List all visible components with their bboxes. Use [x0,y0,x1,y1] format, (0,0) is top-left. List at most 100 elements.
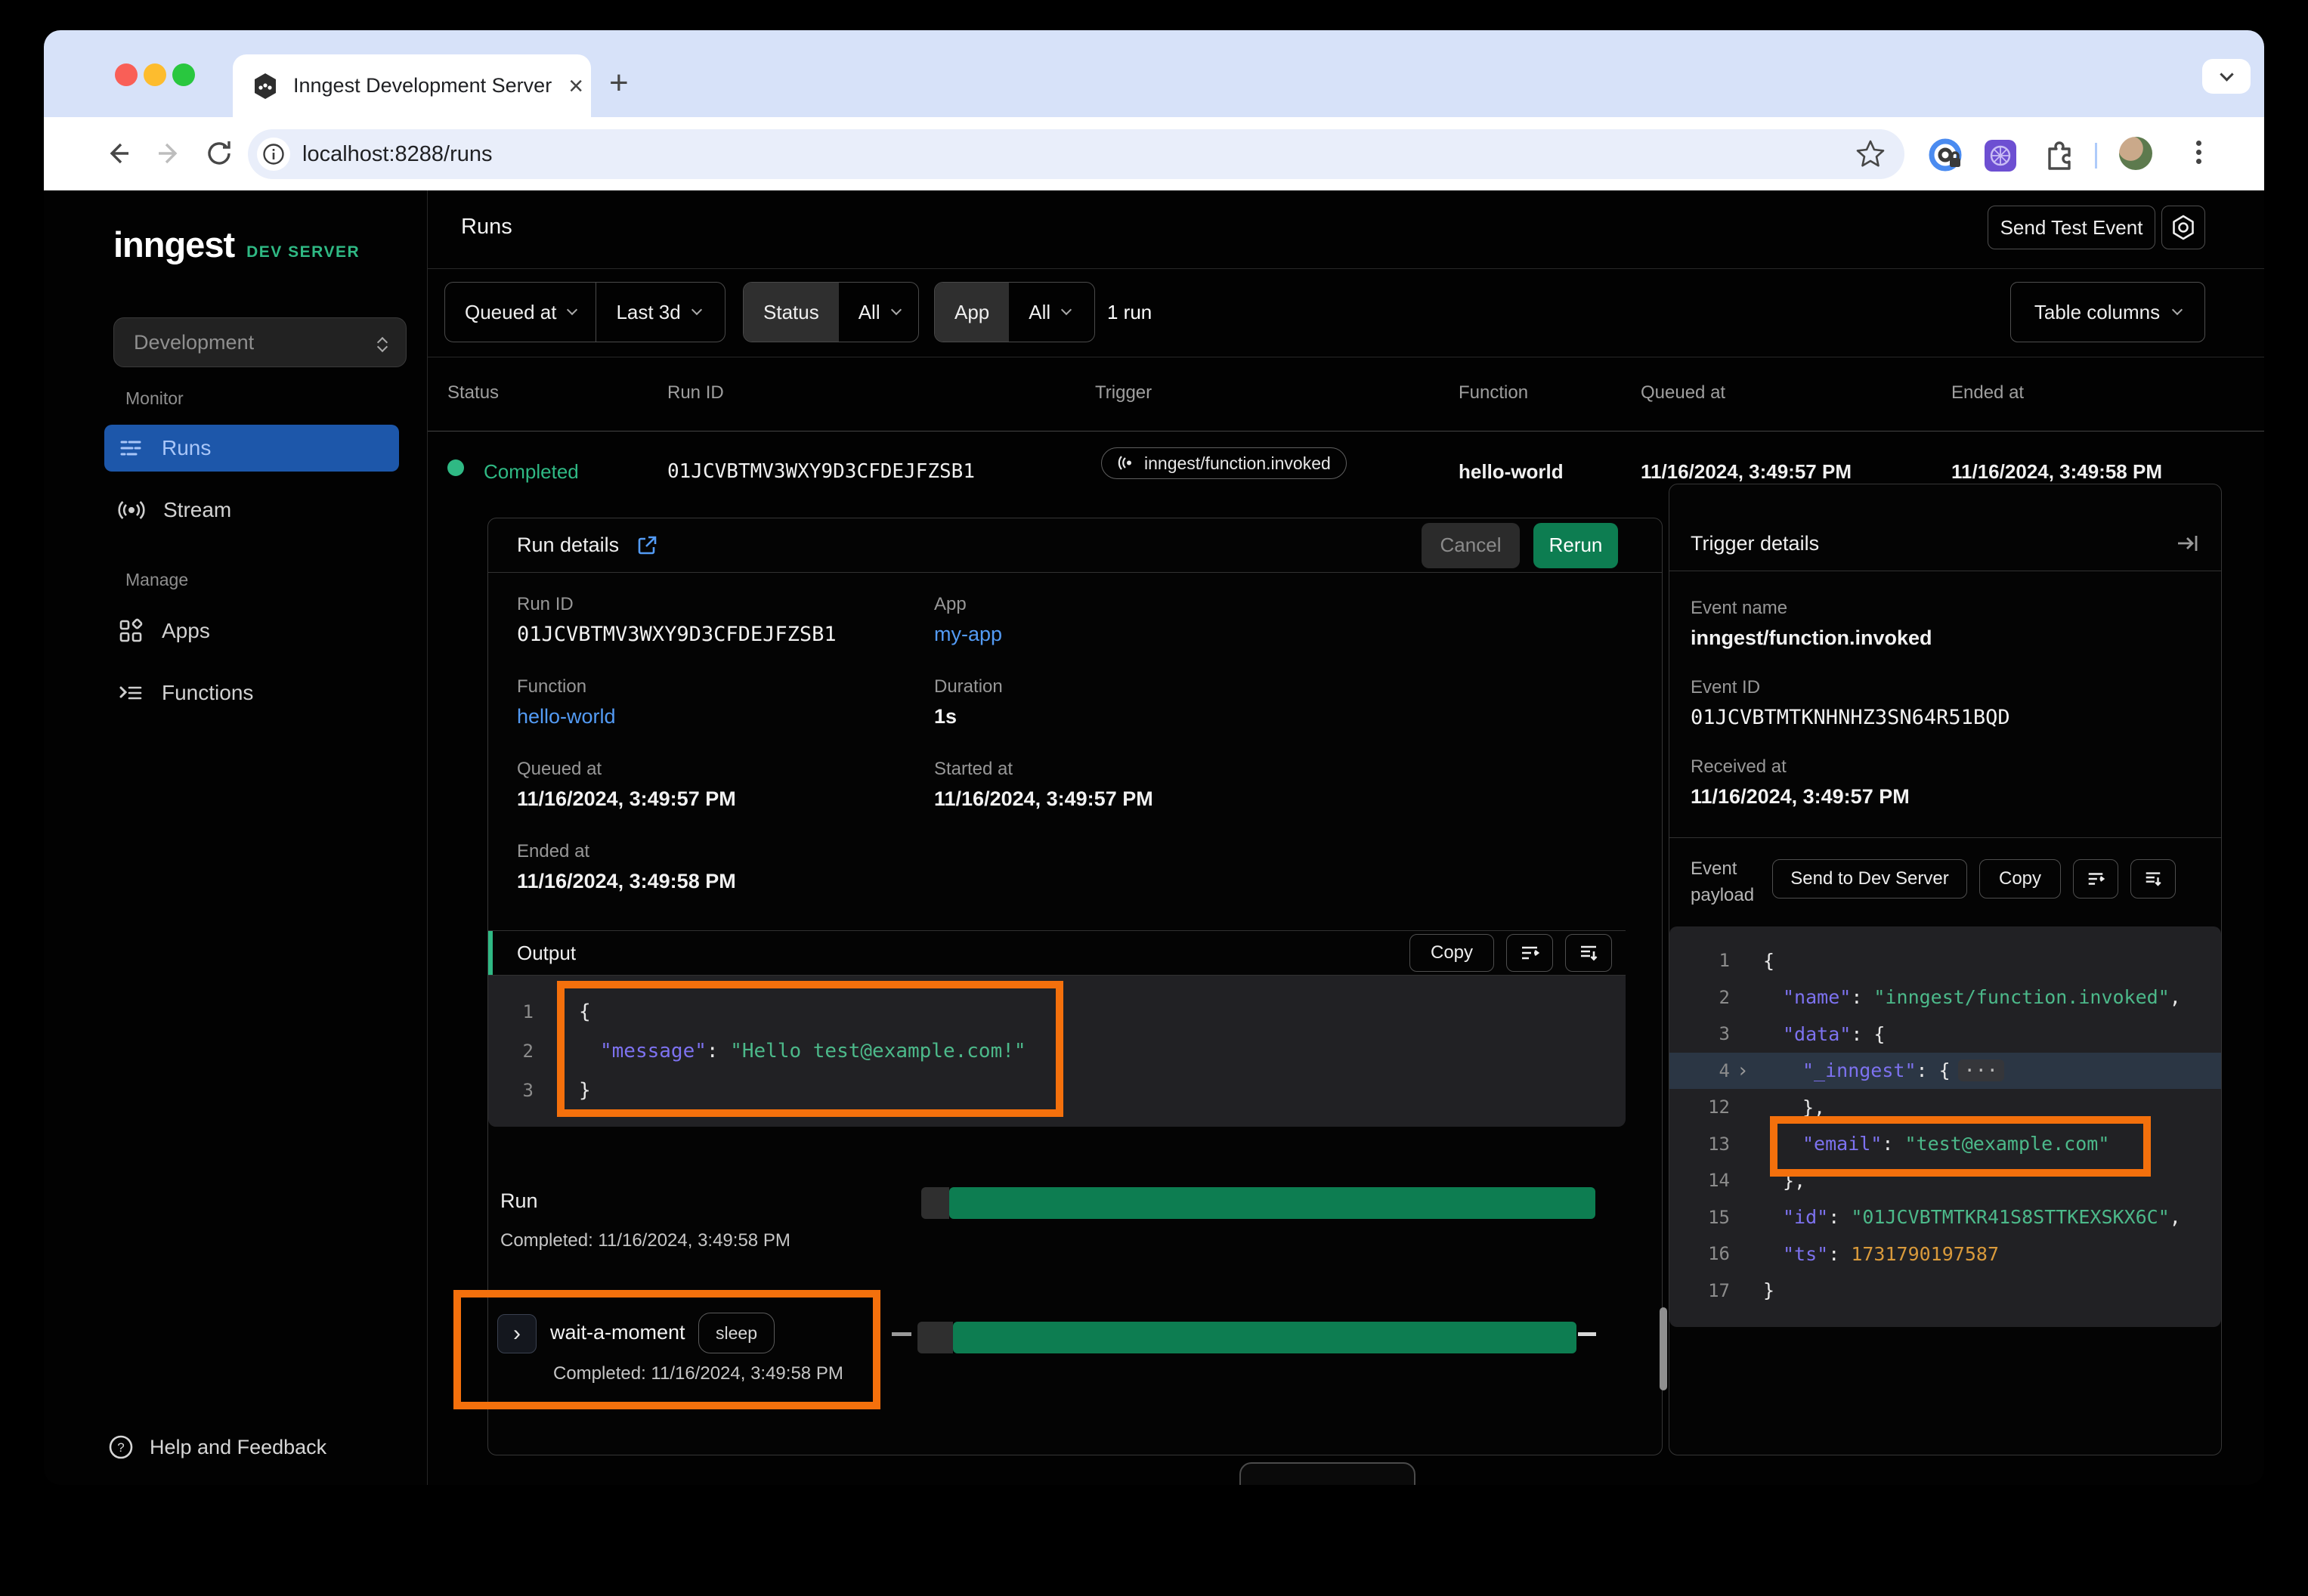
field: Duration1s [934,676,1153,728]
sidebar-item-functions[interactable]: Functions [104,670,399,716]
reload-icon[interactable] [201,135,237,172]
apps-icon [118,618,144,644]
run-details-header: Run details Cancel Rerun [488,518,1662,573]
forward-icon[interactable] [151,135,187,172]
sidebar-item-label: Functions [162,681,253,705]
line-number: 1 [1669,950,1730,971]
row-function: hello-world [1459,460,1564,484]
code-line: 2"name": "inngest/function.invoked", [1669,979,2221,1016]
sidebar-item-apps[interactable]: Apps [104,608,399,654]
external-link-icon[interactable] [636,534,658,557]
minimize-window-button[interactable] [144,63,166,86]
trigger-fields: Event nameinngest/function.invoked Event … [1691,598,2010,809]
expand-rows-icon[interactable] [2130,859,2176,899]
payload-copy-button[interactable]: Copy [1979,859,2061,899]
field-label: Started at [934,759,1153,780]
time-field-dropdown[interactable]: Queued at [445,283,596,342]
back-icon[interactable] [100,135,136,172]
scrollbar-thumb[interactable] [1660,1307,1667,1390]
field-label: Event ID [1691,677,2010,698]
tab-search-button[interactable] [2202,59,2251,94]
toolbar-divider [2095,143,2097,169]
status-filter-dropdown[interactable]: All [839,283,919,342]
output-copy-button[interactable]: Copy [1409,934,1494,972]
rerun-button[interactable]: Rerun [1533,523,1618,568]
send-to-dev-server-button[interactable]: Send to Dev Server [1772,859,1967,899]
browser-tab[interactable]: Inngest Development Server × [233,54,591,117]
expand-rows-icon[interactable] [1565,934,1612,972]
partial-button[interactable] [1239,1462,1415,1485]
environment-select[interactable]: Development [113,317,407,367]
line-number: 1 [488,1001,534,1022]
puzzle-icon[interactable] [2042,138,2077,173]
line-number: 3 [1669,1023,1730,1044]
field: Event nameinngest/function.invoked [1691,598,2010,650]
gear-icon[interactable] [2161,206,2205,249]
code-line: 12}, [1669,1089,2221,1126]
sidebar-item-stream[interactable]: Stream [104,487,399,534]
table-columns-label: Table columns [2034,301,2160,324]
trigger-details-header: Trigger details [1669,484,2221,571]
chevron-right-icon[interactable]: › [1730,1059,1756,1082]
app-filter-dropdown[interactable]: All [1009,283,1090,342]
time-range-value: Last 3d [616,301,680,324]
wrap-text-icon[interactable] [1506,934,1553,972]
field-value[interactable]: my-app [934,623,1153,646]
status-filter-label: Status [744,283,839,342]
kebab-menu-icon[interactable] [2196,137,2201,168]
sidebar-item-label: Apps [162,619,210,643]
code-line: 16"ts": 1731790197587 [1669,1236,2221,1273]
address-bar[interactable]: localhost:8288/runs [248,129,1904,179]
step-queue-segment [917,1322,953,1353]
field: Run ID01JCVBTMV3WXY9D3CFDEJFZSB1 [517,594,934,646]
page-title: Runs [461,215,512,240]
collapse-right-icon[interactable] [2176,531,2200,555]
run-completed-at: Completed: 11/16/2024, 3:49:58 PM [500,1230,790,1251]
onepassword-icon[interactable] [1929,138,1963,173]
wrap-text-icon[interactable] [2073,859,2118,899]
field-label: App [934,594,1153,615]
field-value[interactable]: hello-world [517,705,934,728]
help-and-feedback[interactable]: ? Help and Feedback [107,1434,326,1461]
step-duration-bar[interactable] [953,1322,1576,1353]
code-line: 3} [488,1071,1626,1110]
code-line[interactable]: 4›"_inngest": {··· [1669,1053,2221,1090]
send-test-event-button[interactable]: Send Test Event [1988,206,2155,249]
new-tab-button[interactable]: + [609,66,629,100]
star-icon[interactable] [1855,138,1886,170]
run-queue-segment [921,1187,949,1219]
output-header: Output Copy [488,930,1626,976]
sidebar-item-runs[interactable]: Runs [104,425,399,472]
tab-close-icon[interactable]: × [565,73,586,99]
sidebar-item-label: Runs [162,436,211,460]
time-filter-group: Queued at Last 3d [444,282,726,342]
row-run-id: 01JCVBTMV3WXY9D3CFDEJFZSB1 [667,460,975,483]
step-expand-chevron[interactable]: › [497,1314,537,1353]
functions-icon [118,680,144,706]
col-header-trigger: Trigger [1095,382,1152,404]
profile-avatar[interactable] [2119,137,2152,170]
help-icon: ? [107,1434,135,1461]
field: Received at11/16/2024, 3:49:57 PM [1691,756,2010,809]
help-label: Help and Feedback [150,1436,326,1459]
table-columns-button[interactable]: Table columns [2010,282,2205,342]
event-trigger-icon [1117,454,1135,472]
info-icon[interactable] [257,138,290,171]
run-duration-bar[interactable] [949,1187,1595,1219]
code-line: 14}, [1669,1162,2221,1199]
code-line: 1{ [1669,942,2221,979]
browser-tabstrip: Inngest Development Server × + [44,30,2264,117]
sidebar-item-label: Stream [163,498,231,522]
tab-title: Inngest Development Server [293,74,552,97]
svg-text:?: ? [117,1440,124,1455]
line-number: 3 [488,1080,534,1101]
code-line: 3"data": { [1669,1016,2221,1053]
event-payload-header: Event payload Send to Dev Server Copy [1691,856,2201,909]
extension-icon[interactable] [1983,138,2018,173]
maximize-window-button[interactable] [172,63,195,86]
step-connector [892,1332,911,1336]
time-range-dropdown[interactable]: Last 3d [596,283,719,342]
trigger-badge[interactable]: inngest/function.invoked [1101,447,1347,479]
close-window-button[interactable] [115,63,138,86]
cancel-button[interactable]: Cancel [1422,523,1520,568]
